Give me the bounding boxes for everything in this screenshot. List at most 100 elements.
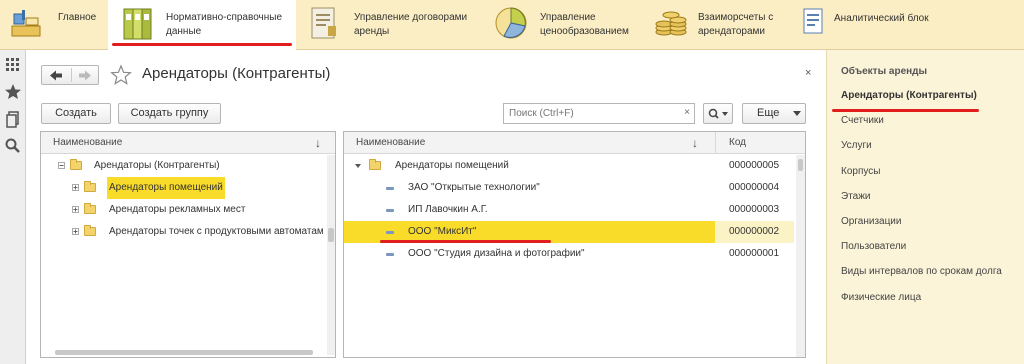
table-row[interactable]: ЗАО "Открытые технологии" 000000004 <box>344 177 794 199</box>
create-group-button[interactable]: Создать группу <box>118 103 221 124</box>
folder-icon <box>84 181 96 192</box>
search-icon[interactable] <box>4 137 22 155</box>
tree-row[interactable]: Арендаторы рекламных мест <box>41 199 327 221</box>
list-form: Арендаторы (Контрагенты) × Создать Созда… <box>26 50 826 364</box>
column-header-code[interactable]: Код <box>729 132 746 154</box>
tree-row[interactable]: Арендаторы точек с продуктовыми автомата… <box>41 221 327 243</box>
annotation-underline <box>112 43 292 46</box>
create-button[interactable]: Создать <box>41 103 111 124</box>
tree-item-label: Арендаторы точек с продуктовыми автомата… <box>109 226 323 237</box>
row-code: 000000001 <box>729 248 780 259</box>
left-panel <box>0 50 26 364</box>
section-label: Взаиморсчеты с арендаторами <box>698 12 774 37</box>
tree-scrollbar[interactable] <box>327 155 335 355</box>
nav-item-buildings[interactable]: Корпусы <box>841 166 880 177</box>
more-button[interactable]: Еще <box>742 103 806 124</box>
item-icon <box>386 231 394 234</box>
section-label: Нормативно-справочные данные <box>166 12 283 37</box>
expand-icon[interactable] <box>72 206 79 213</box>
search-options-button[interactable] <box>703 103 733 124</box>
item-icon <box>386 187 394 190</box>
nav-item-floors[interactable]: Этажи <box>841 191 871 202</box>
tree-item-label-selected: Арендаторы помещений <box>107 177 225 199</box>
binders-icon <box>123 8 152 40</box>
pricing-icon <box>495 7 527 39</box>
coins-icon <box>655 11 687 36</box>
row-name: ООО "Студия дизайна и фотографии" <box>408 248 585 259</box>
nav-group-heading[interactable]: Объекты аренды <box>841 66 927 77</box>
row-code: 000000002 <box>729 226 780 237</box>
nav-item-individuals[interactable]: Физические лица <box>841 292 921 303</box>
tree-hscrollbar[interactable] <box>55 348 323 356</box>
folder-icon <box>369 159 381 170</box>
section-label: Главное <box>58 12 97 23</box>
forward-arrow-icon[interactable] <box>77 69 93 82</box>
sort-arrow-icon[interactable]: ↓ <box>315 132 321 154</box>
table-row[interactable]: Арендаторы помещений 000000005 <box>344 155 794 177</box>
group-expanded-icon[interactable] <box>355 164 361 169</box>
tree-header: Наименование ↓ <box>41 132 335 154</box>
collapse-icon[interactable] <box>58 162 65 169</box>
row-code: 000000004 <box>729 182 780 193</box>
tree-row[interactable]: Арендаторы помещений <box>41 177 327 199</box>
chevron-down-icon <box>793 111 801 116</box>
more-label: Еще <box>757 107 780 119</box>
nav-item-meters[interactable]: Счетчики <box>841 115 884 126</box>
search-input[interactable] <box>504 104 674 123</box>
table-header: Наименование ↓ Код <box>344 132 805 154</box>
scroll-thumb[interactable] <box>55 350 313 355</box>
folder-icon <box>84 203 96 214</box>
table-row[interactable]: ООО "Студия дизайна и фотографии" 000000… <box>344 243 794 265</box>
page-title: Арендаторы (Контрагенты) <box>142 65 331 82</box>
section-label: Управление ценообразованием <box>540 12 629 37</box>
nav-item-contractors[interactable]: Арендаторы (Контрагенты) <box>841 90 977 101</box>
report-icon <box>803 8 823 34</box>
contractors-table[interactable]: Наименование ↓ Код Арендаторы помещений … <box>343 131 806 358</box>
back-arrow-icon[interactable] <box>48 69 64 82</box>
search-dropdown-icon <box>708 108 728 119</box>
item-icon <box>386 209 394 212</box>
expand-icon[interactable] <box>72 228 79 235</box>
home-icon <box>11 10 41 37</box>
nav-item-organizations[interactable]: Организации <box>841 216 901 227</box>
close-icon[interactable]: × <box>805 67 811 79</box>
annotation-underline <box>832 109 979 112</box>
expand-icon[interactable] <box>72 184 79 191</box>
favorite-star-icon[interactable] <box>110 64 132 86</box>
row-name: Арендаторы помещений <box>395 160 509 171</box>
item-icon <box>386 253 394 256</box>
folder-icon <box>84 225 96 236</box>
column-header-name[interactable]: Наименование <box>53 132 122 154</box>
history-icon[interactable] <box>4 110 22 128</box>
section-label: Управление договорами аренды <box>354 12 468 37</box>
column-header-name[interactable]: Наименование <box>356 132 425 154</box>
sort-arrow-icon[interactable]: ↓ <box>692 132 698 154</box>
scroll-thumb[interactable] <box>328 228 334 242</box>
nav-item-debt-intervals[interactable]: Виды интервалов по срокам долга <box>841 266 1002 277</box>
scroll-thumb[interactable] <box>798 159 803 171</box>
tree-row[interactable]: Арендаторы (Контрагенты) <box>41 155 327 177</box>
row-code: 000000003 <box>729 204 780 215</box>
row-code: 000000005 <box>729 160 780 171</box>
groups-tree[interactable]: Наименование ↓ Арендаторы (Контрагенты) … <box>40 131 336 358</box>
navigation-panel: Объекты аренды Арендаторы (Контрагенты) … <box>826 50 1024 364</box>
table-scrollbar[interactable] <box>796 155 805 357</box>
contract-icon <box>311 7 336 39</box>
section-settlements[interactable]: Взаиморсчеты с арендаторами <box>640 0 790 50</box>
table-row[interactable]: ИП Лавочкин А.Г. 000000003 <box>344 199 794 221</box>
annotation-underline <box>380 240 551 243</box>
section-pricing[interactable]: Управление ценообразованием <box>480 0 640 50</box>
row-name: ИП Лавочкин А.Г. <box>408 204 488 215</box>
section-home[interactable]: Главное <box>0 0 108 50</box>
section-contracts[interactable]: Управление договорами аренды <box>296 0 480 50</box>
folder-icon <box>70 159 82 170</box>
section-analytics[interactable]: Аналитический блок <box>790 0 950 50</box>
clear-search-icon[interactable]: × <box>684 107 690 118</box>
apps-grid-icon[interactable] <box>4 56 22 74</box>
tree-item-label: Арендаторы (Контрагенты) <box>94 160 220 171</box>
section-label: Аналитический блок <box>834 13 929 24</box>
nav-item-users[interactable]: Пользователи <box>841 241 906 252</box>
star-icon[interactable] <box>4 83 22 101</box>
nav-item-services[interactable]: Услуги <box>841 140 872 151</box>
row-name: ЗАО "Открытые технологии" <box>408 182 540 193</box>
